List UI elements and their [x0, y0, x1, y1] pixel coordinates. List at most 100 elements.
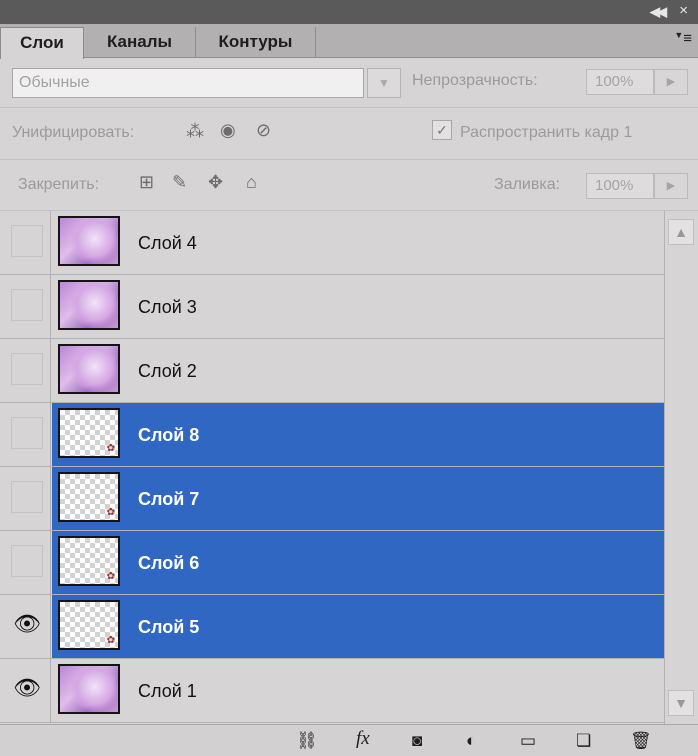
propagate-frame-label: Распространить кадр 1 [460, 124, 633, 141]
layer-thumbnail: ✿ [58, 600, 120, 650]
layer-visibility-toggle[interactable]: 👁 [0, 659, 51, 722]
fill-label: Заливка: [494, 176, 561, 193]
lock-position-icon[interactable]: ✥ [208, 172, 223, 193]
eye-icon: 👁 [13, 611, 41, 636]
layer-name: Слой 6 [138, 553, 200, 573]
opacity-label: Непрозрачность: [412, 72, 538, 89]
layer-thumbnail [58, 344, 120, 394]
layer-thumbnail: ✿ [58, 536, 120, 586]
layer-row[interactable]: Слой 2 [0, 339, 664, 403]
link-layers-icon[interactable]: ⛓ [296, 731, 318, 751]
tab-channels[interactable]: Каналы [84, 27, 196, 58]
add-mask-icon[interactable]: ◙ [412, 731, 422, 751]
fill-slider-button[interactable]: ▶ [654, 173, 688, 199]
layer-visibility-toggle[interactable] [0, 403, 51, 466]
chevron-down-icon: ▼ [674, 695, 688, 711]
layer-visibility-toggle[interactable] [0, 531, 51, 594]
layer-body[interactable]: ✿ Слой 7 [52, 467, 664, 530]
blend-opacity-row: Обычные ▼ Непрозрачность: 100% ▶ [0, 58, 698, 108]
layer-style-fx-icon[interactable]: fx [356, 728, 370, 750]
layer-name: Слой 8 [138, 425, 200, 445]
close-panel-icon[interactable]: × [679, 2, 688, 19]
scroll-down-button[interactable]: ▼ [668, 690, 694, 716]
panel-menu-icon[interactable]: ▼≡ [674, 30, 692, 47]
layer-row[interactable]: ✿ Слой 7 [0, 467, 664, 531]
layer-name: Слой 5 [138, 617, 200, 637]
layer-body[interactable]: ✿ Слой 8 [52, 403, 664, 466]
layer-body[interactable]: Слой 4 [52, 211, 664, 274]
empty-visibility-box [11, 417, 43, 449]
layer-name: Слой 1 [138, 681, 197, 701]
opacity-slider-button[interactable]: ▶ [654, 69, 688, 95]
propagate-frame-checkbox[interactable]: ✓ [432, 120, 452, 140]
layer-thumbnail [58, 664, 120, 714]
new-group-folder-icon[interactable]: ▭ [520, 731, 536, 751]
lock-all-icon[interactable]: ⌂ [246, 172, 257, 193]
unify-position-icon[interactable]: ⁂ [186, 121, 204, 142]
layer-thumbnail [58, 280, 120, 330]
lock-image-pixels-icon[interactable]: ✎ [172, 172, 187, 193]
delete-layer-trash-icon[interactable]: 🗑 [630, 731, 652, 751]
unify-visibility-icon[interactable]: ◉ [220, 120, 236, 141]
thumbnail-mark-icon: ✿ [106, 507, 115, 518]
layer-name: Слой 7 [138, 489, 200, 509]
thumbnail-mark-icon: ✿ [106, 443, 115, 454]
lock-transparent-pixels-icon[interactable]: ⊞ [139, 172, 154, 193]
eye-icon: 👁 [13, 675, 41, 700]
empty-visibility-box [11, 289, 43, 321]
unify-row: Унифицировать: ⁂ ◉ ⊘ ✓ Распространить ка… [0, 108, 698, 160]
layer-visibility-toggle[interactable]: 👁 [0, 595, 51, 658]
unify-label: Унифицировать: [12, 124, 135, 141]
layer-visibility-toggle[interactable] [0, 467, 51, 530]
chevron-down-icon: ▼ [378, 76, 390, 90]
layer-row[interactable]: ✿ Слой 8 [0, 403, 664, 467]
unify-style-icon[interactable]: ⊘ [256, 120, 271, 141]
empty-visibility-box [11, 225, 43, 257]
layer-thumbnail [58, 216, 120, 266]
lock-label: Закрепить: [18, 176, 100, 193]
layer-row[interactable]: 👁 Слой 1 [0, 659, 664, 723]
new-layer-icon[interactable]: ❏ [576, 731, 591, 751]
layer-thumbnail: ✿ [58, 472, 120, 522]
layer-body[interactable]: Слой 2 [52, 339, 664, 402]
layer-name: Слой 4 [138, 233, 197, 253]
layers-list[interactable]: Слой 4 Слой 3 Слой 2 ✿ Слой 8 ✿ Слой 7 ✿ Слой 6 👁… [0, 211, 664, 724]
layer-row[interactable]: Слой 4 [0, 211, 664, 275]
empty-visibility-box [11, 545, 43, 577]
layer-body[interactable]: Слой 1 [52, 659, 664, 722]
layer-body[interactable]: ✿ Слой 5 [52, 595, 664, 658]
layer-visibility-toggle[interactable] [0, 339, 51, 402]
chevron-up-icon: ▲ [674, 224, 688, 240]
panel-titlebar: ◀◀ × [0, 0, 698, 24]
fill-input[interactable]: 100% [586, 173, 654, 199]
scroll-up-button[interactable]: ▲ [668, 219, 694, 245]
tab-paths[interactable]: Контуры [196, 27, 316, 58]
adjustment-layer-icon[interactable]: ◐ [466, 731, 476, 751]
layer-visibility-toggle[interactable] [0, 275, 51, 338]
layer-body[interactable]: Слой 3 [52, 275, 664, 338]
layer-name: Слой 3 [138, 297, 197, 317]
checkmark-icon: ✓ [436, 122, 448, 138]
chevron-right-icon: ▶ [666, 76, 676, 88]
layer-thumbnail: ✿ [58, 408, 120, 458]
empty-visibility-box [11, 481, 43, 513]
layer-row[interactable]: Слой 3 [0, 275, 664, 339]
tab-strip: Слои Каналы Контуры ▼≡ [0, 24, 698, 59]
blend-mode-select[interactable]: Обычные [12, 68, 364, 98]
blend-mode-dropdown-button[interactable]: ▼ [367, 68, 401, 98]
layer-row[interactable]: ✿ Слой 6 [0, 531, 664, 595]
opacity-input[interactable]: 100% [586, 69, 654, 95]
layer-name: Слой 2 [138, 361, 197, 381]
thumbnail-mark-icon: ✿ [106, 635, 115, 646]
layer-row[interactable]: 👁 ✿ Слой 5 [0, 595, 664, 659]
layers-scrollbar[interactable]: ▲ ▼ [664, 211, 698, 724]
chevron-right-icon: ▶ [666, 180, 676, 192]
layer-visibility-toggle[interactable] [0, 211, 51, 274]
lock-fill-row: Закрепить: ⊞ ✎ ✥ ⌂ Заливка: 100% ▶ [0, 160, 698, 211]
thumbnail-mark-icon: ✿ [106, 571, 115, 582]
collapse-panel-icon[interactable]: ◀◀ [650, 4, 667, 20]
layers-bottom-toolbar: ⛓ fx ◙ ◐ ▭ ❏ 🗑 [0, 724, 698, 756]
tab-layers[interactable]: Слои [0, 27, 84, 59]
empty-visibility-box [11, 353, 43, 385]
layer-body[interactable]: ✿ Слой 6 [52, 531, 664, 594]
